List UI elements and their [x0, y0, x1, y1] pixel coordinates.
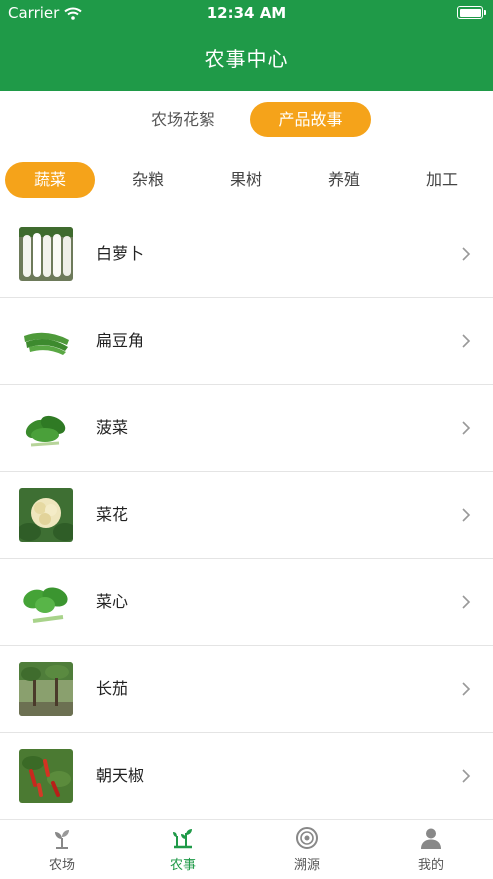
status-bar: Carrier 12:34 AM	[0, 0, 493, 26]
tab-mine-label: 我的	[417, 858, 444, 873]
list-item-label: 朝天椒	[96, 766, 145, 785]
list-item-label: 白萝卜	[96, 244, 145, 263]
list-item[interactable]: 长茄	[0, 646, 493, 733]
flat-bean-photo	[19, 314, 73, 368]
list-item-label: 长茄	[96, 679, 129, 698]
tab-farm[interactable]: 农场	[22, 826, 102, 876]
category-tab-grains[interactable]: 杂粮	[113, 162, 183, 198]
sprout-icon	[55, 830, 69, 849]
category-tab-fruit-trees[interactable]: 果树	[211, 162, 281, 198]
list-item[interactable]: 菜心	[0, 559, 493, 646]
status-time: 12:34 AM	[206, 4, 287, 22]
tab-mine[interactable]: 我的	[391, 826, 471, 876]
chevron-right-icon	[462, 421, 471, 435]
list-item[interactable]: 白萝卜	[0, 211, 493, 298]
list-item-label: 菠菜	[96, 418, 129, 437]
chevron-right-icon	[462, 682, 471, 696]
segment-farm-highlights[interactable]: 农场花絮	[131, 102, 235, 137]
category-tab-livestock[interactable]: 养殖	[309, 162, 379, 198]
bottom-tab-bar: 农场 农事 溯源 我的	[0, 819, 493, 879]
list-item[interactable]: 扁豆角	[0, 298, 493, 385]
cauliflower-photo	[19, 488, 73, 542]
list-item[interactable]: 菜花	[0, 472, 493, 559]
segment-control: 农场花絮 产品故事	[0, 102, 493, 138]
category-tab-vegetables[interactable]: 蔬菜	[5, 162, 95, 198]
tab-farming[interactable]: 农事	[143, 826, 223, 876]
list-item-label: 扁豆角	[96, 331, 145, 350]
trace-icon	[296, 827, 318, 849]
list-item[interactable]: 朝天椒	[0, 733, 493, 820]
white-radish-photo	[19, 227, 73, 281]
spinach-photo	[19, 401, 73, 455]
segment-product-stories[interactable]: 产品故事	[250, 102, 371, 137]
chevron-right-icon	[462, 508, 471, 522]
tab-trace[interactable]: 溯源	[267, 826, 347, 876]
long-eggplant-photo	[19, 662, 73, 716]
tab-farming-label: 农事	[169, 858, 196, 873]
product-list: 白萝卜 扁豆角 菠菜 菜花 菜心 长茄 朝天椒	[0, 211, 493, 820]
battery-icon	[457, 6, 486, 19]
app-header: Carrier 12:34 AM 农事中心	[0, 0, 493, 91]
tab-farm-label: 农场	[48, 858, 75, 873]
category-tab-processing[interactable]: 加工	[407, 162, 477, 198]
category-tabs: 蔬菜 杂粮 果树 养殖 加工	[0, 162, 493, 199]
list-item[interactable]: 菠菜	[0, 385, 493, 472]
page-title: 农事中心	[204, 47, 289, 71]
user-icon	[421, 828, 441, 849]
chili-pepper-photo	[19, 749, 73, 803]
chevron-right-icon	[462, 595, 471, 609]
chevron-right-icon	[462, 769, 471, 783]
farming-icon	[173, 829, 192, 849]
chevron-right-icon	[462, 247, 471, 261]
tab-trace-label: 溯源	[293, 858, 320, 873]
list-item-label: 菜花	[96, 505, 129, 524]
list-item-label: 菜心	[96, 592, 129, 611]
choy-sum-photo	[19, 575, 73, 629]
chevron-right-icon	[462, 334, 471, 348]
